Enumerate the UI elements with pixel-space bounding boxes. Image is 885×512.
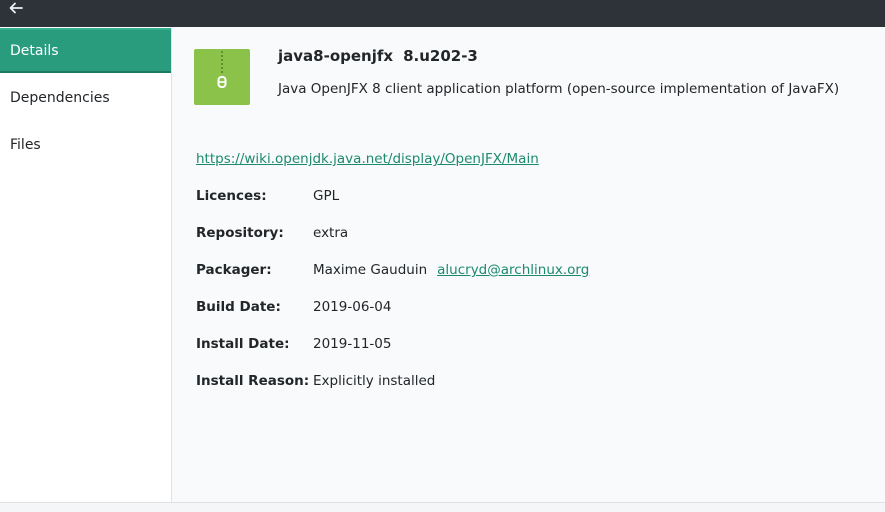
build-date-label: Build Date: bbox=[196, 299, 281, 315]
repository-label: Repository: bbox=[196, 225, 284, 241]
licences-label: Licences: bbox=[196, 188, 267, 204]
packager-value: Maxime Gauduin alucryd@archlinux.org bbox=[313, 262, 589, 278]
package-url-link[interactable]: https://wiki.openjdk.java.net/display/Op… bbox=[196, 151, 539, 167]
packager-email-link[interactable]: alucryd@archlinux.org bbox=[437, 262, 589, 278]
back-button[interactable] bbox=[6, 0, 26, 16]
build-date-value: 2019-06-04 bbox=[313, 299, 392, 315]
sidebar-item-label: Dependencies bbox=[10, 89, 110, 106]
package-title: java8-openjfx 8.u202-3 bbox=[278, 47, 478, 65]
sidebar: Details Dependencies Files bbox=[0, 27, 172, 502]
header-bar bbox=[0, 0, 885, 27]
sidebar-item-label: Files bbox=[10, 136, 41, 153]
sidebar-item-files[interactable]: Files bbox=[0, 122, 171, 167]
archive-zip-icon bbox=[194, 49, 250, 105]
install-reason-label: Install Reason: bbox=[196, 373, 310, 389]
licences-value: GPL bbox=[313, 188, 340, 204]
package-version: 8.u202-3 bbox=[403, 47, 478, 65]
packager-name: Maxime Gauduin bbox=[313, 262, 428, 278]
sidebar-item-dependencies[interactable]: Dependencies bbox=[0, 75, 171, 120]
install-reason-value: Explicitly installed bbox=[313, 373, 436, 389]
arrow-left-icon bbox=[9, 2, 23, 14]
install-date-label: Install Date: bbox=[196, 336, 290, 352]
repository-value: extra bbox=[313, 225, 349, 241]
package-description: Java OpenJFX 8 client application platfo… bbox=[278, 81, 840, 97]
sidebar-item-details[interactable]: Details bbox=[0, 28, 171, 73]
package-name: java8-openjfx bbox=[278, 47, 394, 65]
install-date-value: 2019-11-05 bbox=[313, 336, 392, 352]
sidebar-item-label: Details bbox=[10, 42, 59, 59]
details-panel: java8-openjfx 8.u202-3 Java OpenJFX 8 cli… bbox=[172, 27, 885, 502]
packager-label: Packager: bbox=[196, 262, 272, 278]
